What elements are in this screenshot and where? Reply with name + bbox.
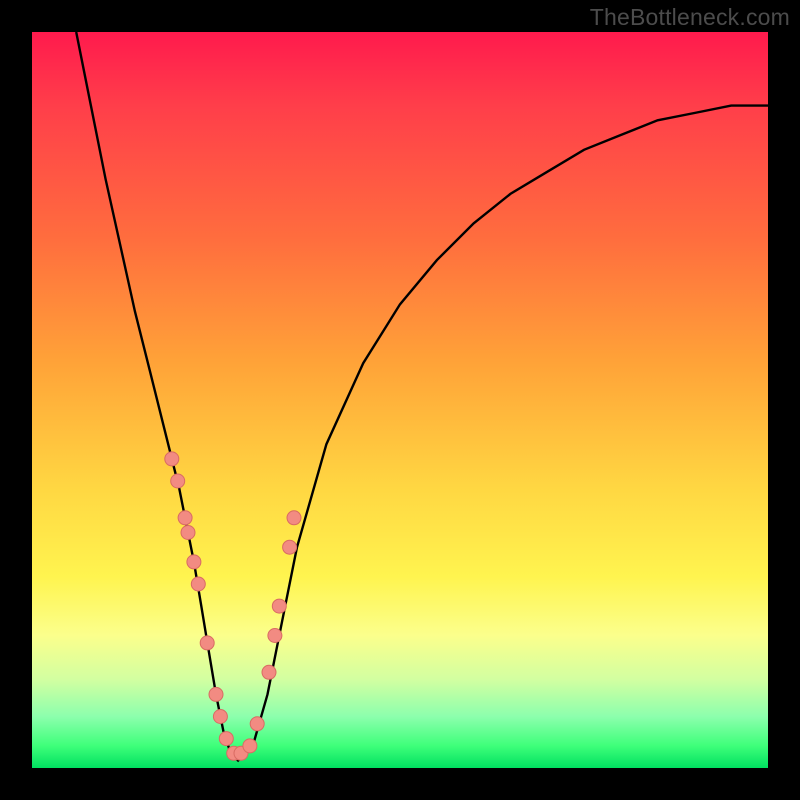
marker-dot bbox=[272, 599, 286, 613]
marker-dot bbox=[219, 732, 233, 746]
marker-dot bbox=[287, 511, 301, 525]
marker-dot bbox=[178, 511, 192, 525]
marker-dot bbox=[250, 717, 264, 731]
chart-frame: TheBottleneck.com bbox=[0, 0, 800, 800]
watermark-text: TheBottleneck.com bbox=[590, 4, 790, 31]
marker-dot bbox=[268, 629, 282, 643]
marker-dot bbox=[191, 577, 205, 591]
marker-dot bbox=[209, 687, 223, 701]
marker-dot bbox=[187, 555, 201, 569]
bottleneck-curve bbox=[76, 32, 768, 761]
marker-dot bbox=[243, 739, 257, 753]
plot-area bbox=[32, 32, 768, 768]
marker-dot bbox=[213, 710, 227, 724]
marker-dot bbox=[262, 665, 276, 679]
marker-dot bbox=[283, 540, 297, 554]
marker-dot bbox=[181, 526, 195, 540]
marker-dot bbox=[200, 636, 214, 650]
curve-svg bbox=[32, 32, 768, 768]
marker-group bbox=[165, 452, 301, 760]
marker-dot bbox=[165, 452, 179, 466]
marker-dot bbox=[171, 474, 185, 488]
